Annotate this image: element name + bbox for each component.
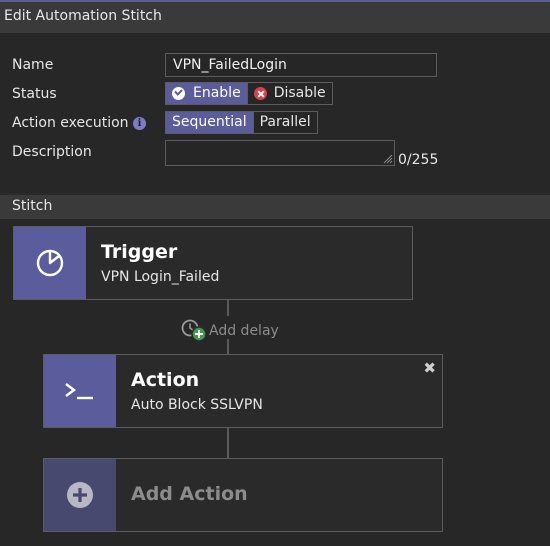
stitch-form: Name VPN_FailedLogin Status Enable Disab… bbox=[0, 33, 550, 193]
action-subtitle: Auto Block SSLVPN bbox=[131, 397, 263, 413]
add-action-label: Add Action bbox=[131, 483, 248, 505]
add-action-card[interactable]: Add Action bbox=[43, 458, 443, 532]
pie-chart-icon bbox=[36, 249, 64, 277]
trigger-subtitle: VPN Login_Failed bbox=[101, 269, 220, 285]
add-action-icon-box bbox=[44, 459, 116, 531]
status-enable-option[interactable]: Enable bbox=[166, 83, 247, 104]
terminal-icon bbox=[65, 383, 93, 400]
plus-circle-icon bbox=[67, 482, 93, 508]
name-label: Name bbox=[12, 57, 54, 73]
trigger-icon-box bbox=[14, 227, 86, 299]
close-icon[interactable]: ✖ bbox=[423, 361, 436, 376]
action-card[interactable]: Action Auto Block SSLVPN ✖ bbox=[43, 354, 443, 428]
status-disable-label: Disable bbox=[273, 85, 326, 101]
edit-automation-stitch-dialog: Edit Automation Stitch Name VPN_FailedLo… bbox=[0, 0, 550, 546]
connector-line bbox=[227, 300, 229, 316]
status-toggle: Enable Disable bbox=[165, 82, 333, 105]
action-execution-label: Action execution bbox=[12, 115, 129, 131]
execution-toggle: Sequential Parallel bbox=[165, 111, 318, 134]
description-label: Description bbox=[12, 144, 92, 160]
dialog-header: Edit Automation Stitch bbox=[0, 0, 550, 33]
stitch-section-title: Stitch bbox=[12, 198, 53, 214]
action-title: Action bbox=[131, 369, 200, 391]
resize-grip-icon[interactable] bbox=[383, 154, 393, 164]
description-char-counter: 0/255 bbox=[398, 152, 439, 168]
add-delay-button[interactable]: Add delay bbox=[181, 319, 279, 343]
status-disable-option[interactable]: Disable bbox=[246, 83, 332, 104]
connector-line bbox=[227, 428, 229, 458]
check-circle-icon bbox=[172, 87, 185, 100]
trigger-card[interactable]: Trigger VPN Login_Failed bbox=[13, 226, 413, 300]
clock-add-icon bbox=[181, 319, 207, 342]
trigger-title: Trigger bbox=[101, 241, 178, 263]
status-label: Status bbox=[12, 86, 57, 102]
execution-parallel-option[interactable]: Parallel bbox=[252, 112, 317, 133]
x-circle-icon bbox=[253, 87, 267, 100]
connector-line bbox=[227, 339, 229, 354]
execution-sequential-option[interactable]: Sequential bbox=[166, 112, 253, 133]
status-enable-label: Enable bbox=[193, 85, 241, 101]
info-icon[interactable]: i bbox=[133, 117, 146, 130]
stitch-canvas: Trigger VPN Login_Failed Add delay Actio… bbox=[0, 219, 550, 546]
add-delay-label: Add delay bbox=[209, 323, 279, 339]
action-icon-box bbox=[44, 355, 116, 427]
stitch-section-header: Stitch bbox=[0, 195, 550, 219]
description-textarea[interactable] bbox=[165, 140, 395, 166]
name-input[interactable]: VPN_FailedLogin bbox=[165, 53, 437, 77]
dialog-title: Edit Automation Stitch bbox=[4, 8, 162, 24]
